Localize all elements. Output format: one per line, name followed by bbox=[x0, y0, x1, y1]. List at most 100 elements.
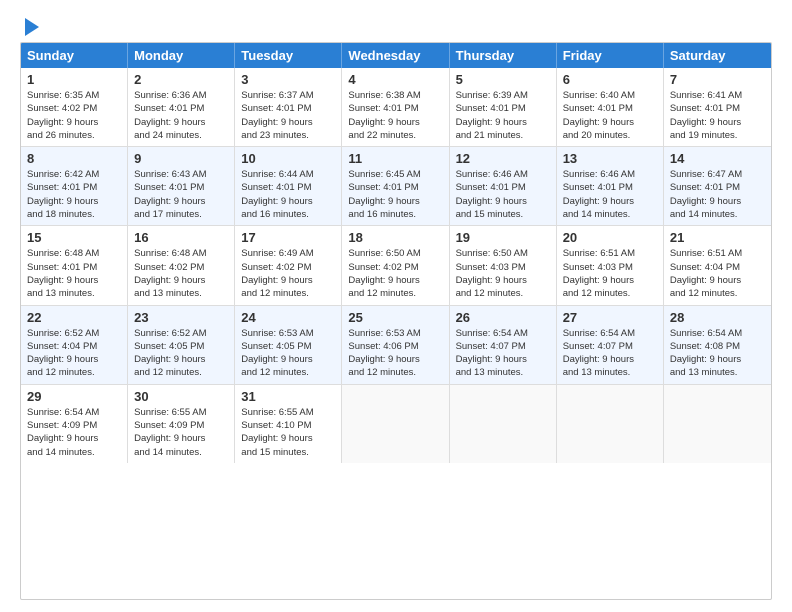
calendar-day-cell: 5Sunrise: 6:39 AMSunset: 4:01 PMDaylight… bbox=[450, 68, 557, 146]
cell-info-line: and 18 minutes. bbox=[27, 208, 121, 221]
cell-info-line: Daylight: 9 hours bbox=[348, 353, 442, 366]
day-number: 18 bbox=[348, 230, 442, 245]
day-number: 23 bbox=[134, 310, 228, 325]
calendar-day-cell bbox=[664, 385, 771, 463]
cell-info-line: Daylight: 9 hours bbox=[563, 116, 657, 129]
calendar-week-row: 22Sunrise: 6:52 AMSunset: 4:04 PMDayligh… bbox=[21, 306, 771, 385]
cell-info-line: and 12 minutes. bbox=[456, 287, 550, 300]
calendar-header-cell: Wednesday bbox=[342, 43, 449, 68]
calendar-day-cell: 21Sunrise: 6:51 AMSunset: 4:04 PMDayligh… bbox=[664, 226, 771, 304]
cell-info-line: Sunrise: 6:46 AM bbox=[456, 168, 550, 181]
cell-info-line: and 13 minutes. bbox=[670, 366, 765, 379]
cell-info-line: Sunset: 4:02 PM bbox=[241, 261, 335, 274]
cell-info-line: and 19 minutes. bbox=[670, 129, 765, 142]
cell-info-line: Daylight: 9 hours bbox=[134, 195, 228, 208]
calendar-day-cell: 17Sunrise: 6:49 AMSunset: 4:02 PMDayligh… bbox=[235, 226, 342, 304]
cell-info-line: Sunrise: 6:54 AM bbox=[27, 406, 121, 419]
cell-info-line: Daylight: 9 hours bbox=[134, 353, 228, 366]
cell-info-line: Daylight: 9 hours bbox=[563, 274, 657, 287]
cell-info-line: Sunset: 4:01 PM bbox=[456, 102, 550, 115]
cell-info-line: Sunrise: 6:45 AM bbox=[348, 168, 442, 181]
cell-info-line: Sunrise: 6:49 AM bbox=[241, 247, 335, 260]
cell-info-line: Sunrise: 6:46 AM bbox=[563, 168, 657, 181]
cell-info-line: Sunrise: 6:51 AM bbox=[670, 247, 765, 260]
cell-info-line: Sunrise: 6:35 AM bbox=[27, 89, 121, 102]
day-number: 9 bbox=[134, 151, 228, 166]
cell-info-line: Sunrise: 6:54 AM bbox=[670, 327, 765, 340]
cell-info-line: Sunset: 4:01 PM bbox=[241, 181, 335, 194]
cell-info-line: Daylight: 9 hours bbox=[27, 116, 121, 129]
cell-info-line: Sunset: 4:03 PM bbox=[563, 261, 657, 274]
cell-info-line: Sunrise: 6:48 AM bbox=[27, 247, 121, 260]
calendar-day-cell bbox=[557, 385, 664, 463]
cell-info-line: Sunrise: 6:39 AM bbox=[456, 89, 550, 102]
cell-info-line: Daylight: 9 hours bbox=[241, 353, 335, 366]
cell-info-line: Sunset: 4:10 PM bbox=[241, 419, 335, 432]
day-number: 4 bbox=[348, 72, 442, 87]
cell-info-line: and 23 minutes. bbox=[241, 129, 335, 142]
cell-info-line: Sunset: 4:01 PM bbox=[27, 181, 121, 194]
calendar-day-cell: 14Sunrise: 6:47 AMSunset: 4:01 PMDayligh… bbox=[664, 147, 771, 225]
cell-info-line: Daylight: 9 hours bbox=[348, 116, 442, 129]
cell-info-line: Sunset: 4:07 PM bbox=[563, 340, 657, 353]
cell-info-line: Daylight: 9 hours bbox=[670, 195, 765, 208]
cell-info-line: and 12 minutes. bbox=[241, 366, 335, 379]
cell-info-line: Sunrise: 6:54 AM bbox=[456, 327, 550, 340]
day-number: 16 bbox=[134, 230, 228, 245]
day-number: 1 bbox=[27, 72, 121, 87]
calendar-day-cell: 28Sunrise: 6:54 AMSunset: 4:08 PMDayligh… bbox=[664, 306, 771, 384]
cell-info-line: Daylight: 9 hours bbox=[27, 274, 121, 287]
cell-info-line: Sunset: 4:01 PM bbox=[27, 261, 121, 274]
cell-info-line: Daylight: 9 hours bbox=[456, 195, 550, 208]
calendar-week-row: 15Sunrise: 6:48 AMSunset: 4:01 PMDayligh… bbox=[21, 226, 771, 305]
calendar-day-cell: 7Sunrise: 6:41 AMSunset: 4:01 PMDaylight… bbox=[664, 68, 771, 146]
calendar-body: 1 Sunrise: 6:35 AM Sunset: 4:02 PM Daylight… bbox=[21, 68, 771, 463]
day-number: 7 bbox=[670, 72, 765, 87]
cell-info-line: Sunrise: 6:36 AM bbox=[134, 89, 228, 102]
cell-info-line: and 20 minutes. bbox=[563, 129, 657, 142]
cell-info-line: and 26 minutes. bbox=[27, 129, 121, 142]
day-number: 25 bbox=[348, 310, 442, 325]
calendar-day-cell: 6Sunrise: 6:40 AMSunset: 4:01 PMDaylight… bbox=[557, 68, 664, 146]
day-number: 8 bbox=[27, 151, 121, 166]
cell-info-line: and 22 minutes. bbox=[348, 129, 442, 142]
cell-info-line: Sunrise: 6:47 AM bbox=[670, 168, 765, 181]
calendar-day-cell: 29Sunrise: 6:54 AMSunset: 4:09 PMDayligh… bbox=[21, 385, 128, 463]
cell-info-line: Sunrise: 6:42 AM bbox=[27, 168, 121, 181]
cell-info-line: and 15 minutes. bbox=[241, 446, 335, 459]
cell-info-line: and 21 minutes. bbox=[456, 129, 550, 142]
calendar-day-cell: 3Sunrise: 6:37 AMSunset: 4:01 PMDaylight… bbox=[235, 68, 342, 146]
day-number: 5 bbox=[456, 72, 550, 87]
calendar-day-cell: 18Sunrise: 6:50 AMSunset: 4:02 PMDayligh… bbox=[342, 226, 449, 304]
day-number: 17 bbox=[241, 230, 335, 245]
calendar-header: SundayMondayTuesdayWednesdayThursdayFrid… bbox=[21, 43, 771, 68]
day-number: 21 bbox=[670, 230, 765, 245]
cell-info-line: Sunset: 4:04 PM bbox=[27, 340, 121, 353]
calendar-day-cell: 13Sunrise: 6:46 AMSunset: 4:01 PMDayligh… bbox=[557, 147, 664, 225]
cell-info-line: Sunset: 4:03 PM bbox=[456, 261, 550, 274]
calendar-day-cell: 26Sunrise: 6:54 AMSunset: 4:07 PMDayligh… bbox=[450, 306, 557, 384]
day-number: 11 bbox=[348, 151, 442, 166]
cell-info-line: and 24 minutes. bbox=[134, 129, 228, 142]
logo bbox=[20, 18, 39, 32]
cell-info-line: and 12 minutes. bbox=[670, 287, 765, 300]
cell-info-line: and 12 minutes. bbox=[27, 366, 121, 379]
cell-info-line: Sunset: 4:01 PM bbox=[563, 181, 657, 194]
cell-info-line: Sunset: 4:01 PM bbox=[241, 102, 335, 115]
cell-info-line: Sunset: 4:01 PM bbox=[563, 102, 657, 115]
cell-info-line: and 12 minutes. bbox=[241, 287, 335, 300]
day-number: 12 bbox=[456, 151, 550, 166]
cell-info-line: Sunset: 4:08 PM bbox=[670, 340, 765, 353]
day-number: 27 bbox=[563, 310, 657, 325]
cell-info-line: and 12 minutes. bbox=[134, 366, 228, 379]
page: SundayMondayTuesdayWednesdayThursdayFrid… bbox=[0, 0, 792, 612]
day-number: 10 bbox=[241, 151, 335, 166]
cell-info-line: Daylight: 9 hours bbox=[348, 274, 442, 287]
cell-info-line: Daylight: 9 hours bbox=[670, 353, 765, 366]
calendar-week-row: 1Sunrise: 6:35 AMSunset: 4:02 PMDaylight… bbox=[21, 68, 771, 147]
cell-info-line: and 16 minutes. bbox=[348, 208, 442, 221]
cell-info-line: Sunset: 4:09 PM bbox=[134, 419, 228, 432]
cell-info-line: Sunrise: 6:40 AM bbox=[563, 89, 657, 102]
cell-info-line: Sunrise: 6:53 AM bbox=[348, 327, 442, 340]
cell-info-line: and 16 minutes. bbox=[241, 208, 335, 221]
